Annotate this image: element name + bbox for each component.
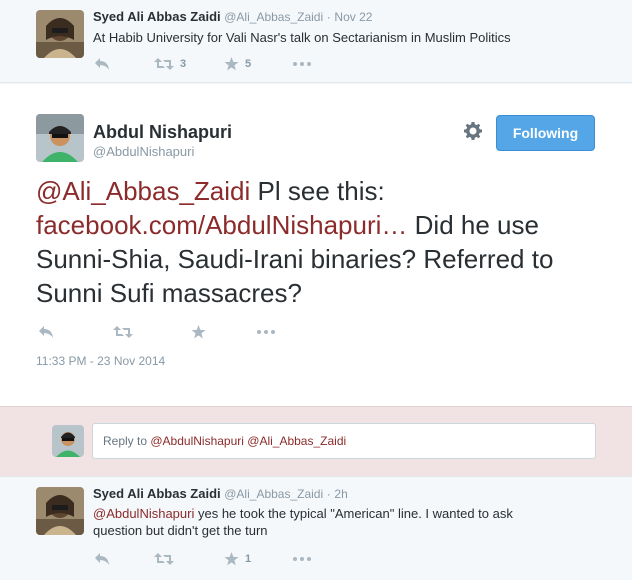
reply-icon (95, 58, 109, 70)
separator-dot: · (326, 10, 331, 24)
reply-mentions: @AbdulNishapuri @Ali_Abbas_Zaidi (150, 434, 347, 448)
more-button[interactable] (256, 329, 276, 335)
mention-link[interactable]: @Ali_Abbas_Zaidi (36, 176, 250, 206)
author-name[interactable]: Syed Ali Abbas Zaidi (93, 486, 221, 501)
author-name[interactable]: Syed Ali Abbas Zaidi (93, 9, 221, 24)
avatar[interactable] (36, 10, 84, 58)
avatar (52, 425, 84, 457)
favorite-count: 1 (245, 553, 252, 565)
more-button[interactable] (292, 556, 312, 562)
avatar[interactable] (36, 114, 84, 162)
retweet-icon (113, 326, 133, 338)
retweet-button[interactable]: 3 (154, 57, 204, 71)
favorite-button[interactable] (191, 325, 236, 339)
main-tweet: Abdul Nishapuri @AbdulNishapuri Followin… (0, 84, 632, 406)
author-handle[interactable]: @Ali_Abbas_Zaidi (224, 487, 323, 501)
tweet-timestamp[interactable]: 11:33 PM - 23 Nov 2014 (36, 354, 165, 368)
tweet-time[interactable]: Nov 22 (334, 10, 372, 24)
retweet-icon (154, 553, 174, 565)
more-icon (257, 330, 275, 334)
more-button[interactable] (292, 61, 312, 67)
following-button[interactable]: Following (496, 115, 595, 151)
reply-icon (39, 326, 53, 338)
more-icon (293, 62, 311, 66)
url-link[interactable]: facebook.com/AbdulNishapuri… (36, 210, 407, 240)
tweet-text: @Ali_Abbas_Zaidi Pl see this: facebook.c… (36, 174, 616, 310)
tweet-text: @AbdulNishapuri yes he took the typical … (93, 505, 533, 539)
reply-button[interactable] (94, 57, 134, 71)
avatar[interactable] (36, 487, 84, 535)
retweet-button[interactable] (113, 325, 171, 339)
mention-link[interactable]: @AbdulNishapuri (93, 506, 194, 521)
reply-input[interactable]: Reply to @AbdulNishapuri @Ali_Abbas_Zaid… (92, 423, 596, 459)
favorite-icon (224, 57, 239, 71)
separator-dot: · (326, 487, 331, 501)
tweet-text-part: Pl see this: (250, 176, 385, 206)
reply-composer: Reply to @AbdulNishapuri @Ali_Abbas_Zaid… (0, 406, 632, 476)
tweet-text: At Habib University for Vali Nasr's talk… (93, 30, 511, 45)
reply-button[interactable] (94, 552, 134, 566)
retweet-count: 3 (180, 58, 187, 70)
author-name[interactable]: Abdul Nishapuri (93, 122, 232, 143)
tweet-2[interactable]: Syed Ali Abbas Zaidi @Ali_Abbas_Zaidi · … (0, 476, 632, 580)
favorite-button[interactable]: 1 (224, 552, 272, 566)
author-handle[interactable]: @Ali_Abbas_Zaidi (224, 10, 323, 24)
author-handle[interactable]: @AbdulNishapuri (93, 144, 194, 159)
favorite-icon (191, 325, 206, 339)
reply-prefix: Reply to (103, 434, 151, 448)
retweet-icon (154, 58, 174, 70)
gear-icon (464, 122, 482, 140)
favorite-count: 5 (245, 58, 252, 70)
retweet-button[interactable] (154, 552, 204, 566)
reply-icon (95, 553, 109, 565)
reply-button[interactable] (38, 325, 93, 339)
tweet-time[interactable]: 2h (334, 487, 347, 501)
favorite-button[interactable]: 5 (224, 57, 272, 71)
more-icon (293, 557, 311, 561)
favorite-icon (224, 552, 239, 566)
settings-button[interactable] (463, 121, 483, 146)
tweet-1[interactable]: Syed Ali Abbas Zaidi @Ali_Abbas_Zaidi · … (0, 0, 632, 83)
